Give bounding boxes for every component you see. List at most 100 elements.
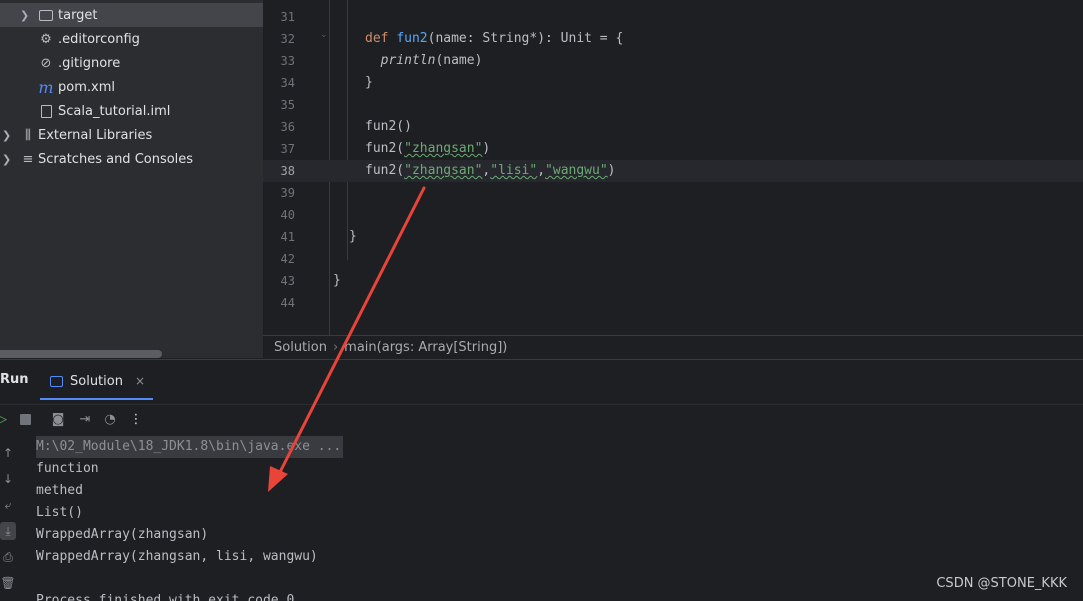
line-number: 34: [280, 76, 295, 90]
tree-item-label: .gitignore: [58, 55, 121, 71]
more-options-icon[interactable]: ⋮: [128, 411, 144, 427]
code-line[interactable]: 33 println(name): [263, 50, 1083, 72]
line-number: 33: [280, 54, 295, 68]
code-token: (name): [435, 53, 483, 68]
tree-item-editorconfig[interactable]: ⚙ .editorconfig: [0, 27, 263, 51]
line-number: 43: [280, 274, 295, 288]
tab-label: Solution: [70, 373, 123, 389]
rerun-icon[interactable]: ▷: [0, 411, 10, 427]
trash-icon[interactable]: 🗑: [0, 574, 16, 592]
run-window-title: Run: [0, 372, 29, 387]
code-text: fun2(): [365, 116, 412, 138]
breadcrumb-method[interactable]: main(args: Array[String]): [344, 340, 507, 355]
code-line[interactable]: 34}: [263, 72, 1083, 94]
code-line[interactable]: 31: [263, 6, 1083, 28]
watermark: CSDN @STONE_KKK: [936, 576, 1067, 591]
code-line[interactable]: 38 fun2("zhangsan","lisi","wangwu"): [263, 160, 1083, 182]
tree-item-scratches[interactable]: ❯ ≡ Scratches and Consoles: [0, 147, 263, 171]
application-icon: [50, 375, 63, 387]
code-text: println(name): [365, 50, 483, 72]
tree-item-label: Scala_tutorial.iml: [58, 103, 171, 119]
arrow-up-icon[interactable]: ↑: [0, 444, 16, 462]
line-number: 39: [280, 186, 295, 200]
console-line: WrappedArray(zhangsan, lisi, wangwu): [36, 549, 318, 564]
line-number: 31: [280, 10, 295, 24]
chevron-right-icon[interactable]: ❯: [20, 9, 29, 22]
code-token: }: [365, 75, 373, 90]
soft-wrap-icon[interactable]: ⤶: [0, 496, 16, 514]
tree-item-gitignore[interactable]: ⊘ .gitignore: [0, 51, 263, 75]
code-text: }: [349, 226, 357, 248]
tree-item-label: Scratches and Consoles: [38, 151, 194, 167]
line-number: 38: [280, 164, 295, 178]
camera-icon[interactable]: ◙: [50, 411, 66, 427]
stop-icon[interactable]: [17, 411, 33, 427]
close-icon[interactable]: ×: [135, 374, 145, 388]
line-number: 37: [280, 142, 295, 156]
line-number: 32: [280, 32, 295, 46]
code-editor[interactable]: 31 32 def fun2(name: String*): Unit = {33 …: [263, 0, 1083, 335]
tree-item-iml[interactable]: Scala_tutorial.iml: [0, 99, 263, 123]
code-text: }: [333, 270, 341, 292]
code-line[interactable]: 42: [263, 248, 1083, 270]
breadcrumb-class[interactable]: Solution: [274, 340, 327, 355]
chevron-right-icon[interactable]: ❯: [2, 153, 11, 166]
code-line[interactable]: 39: [263, 182, 1083, 204]
horizontal-scrollbar[interactable]: [0, 350, 162, 358]
tree-item-external-libraries[interactable]: ❯ ⫼ External Libraries: [0, 123, 263, 147]
fold-icon[interactable]: ⌄: [320, 30, 328, 40]
code-token: ): [482, 141, 491, 156]
active-tab-indicator: [40, 398, 153, 400]
scroll-to-end-icon[interactable]: ⤓: [0, 522, 16, 540]
console-line: WrappedArray(zhangsan): [36, 527, 209, 542]
console-output[interactable]: M:\02_Module\18_JDK1.8\bin\java.exe ... …: [36, 436, 344, 601]
maven-icon: m: [38, 77, 54, 97]
ignore-file-icon: ⊘: [40, 55, 52, 71]
line-number: 40: [280, 208, 295, 222]
folder-icon: [38, 7, 54, 23]
code-token: def: [365, 31, 397, 46]
console-line: List(): [36, 505, 83, 520]
speedometer-icon[interactable]: ◔: [102, 411, 118, 427]
tree-item-label: target: [58, 7, 98, 23]
gear-icon: ⚙: [40, 31, 52, 47]
line-number: 41: [280, 230, 295, 244]
code-line[interactable]: 43}: [263, 270, 1083, 292]
tree-item-target[interactable]: ❯ target: [0, 3, 263, 27]
code-token: fun2: [396, 31, 428, 46]
exit-icon[interactable]: ⇥: [77, 411, 93, 427]
tree-item-label: pom.xml: [58, 79, 115, 95]
tree-item-pom[interactable]: m pom.xml: [0, 75, 263, 99]
code-text: def fun2(name: String*): Unit = {: [365, 28, 623, 50]
tab-solution[interactable]: Solution ×: [50, 371, 145, 391]
code-line[interactable]: 44: [263, 292, 1083, 314]
code-line[interactable]: 41}: [263, 226, 1083, 248]
code-text: fun2("zhangsan"): [365, 138, 490, 160]
print-icon[interactable]: ⎙: [0, 548, 16, 566]
string-literal: "zhangsan": [404, 141, 483, 156]
code-line[interactable]: 35: [263, 94, 1083, 116]
console-line: Process finished with exit code 0: [36, 593, 295, 601]
string-literal: "wangwu": [545, 163, 608, 178]
code-token: ,: [537, 163, 546, 178]
code-line[interactable]: 37 fun2("zhangsan"): [263, 138, 1083, 160]
code-token: }: [333, 273, 341, 288]
code-token: fun2(: [365, 163, 405, 178]
console-command-line: M:\02_Module\18_JDK1.8\bin\java.exe ...: [36, 436, 344, 458]
console-side-toolbar: ↑ ↓ ⤶ ⤓ ⎙ 🗑: [0, 436, 24, 601]
tree-item-label: External Libraries: [38, 127, 153, 143]
code-token: ): [607, 163, 616, 178]
code-line[interactable]: 36 fun2(): [263, 116, 1083, 138]
code-token: (name: String*): Unit = {: [427, 31, 624, 46]
code-text: }: [365, 72, 373, 94]
code-token: println: [380, 53, 436, 68]
chevron-right-icon[interactable]: ❯: [2, 129, 11, 142]
code-token: fun2(: [365, 141, 405, 156]
code-line[interactable]: 32 def fun2(name: String*): Unit = {: [263, 28, 1083, 50]
code-line[interactable]: 40: [263, 204, 1083, 226]
console-line: methed: [36, 483, 83, 498]
library-icon: ⫼: [25, 127, 31, 143]
arrow-down-icon[interactable]: ↓: [0, 470, 16, 488]
